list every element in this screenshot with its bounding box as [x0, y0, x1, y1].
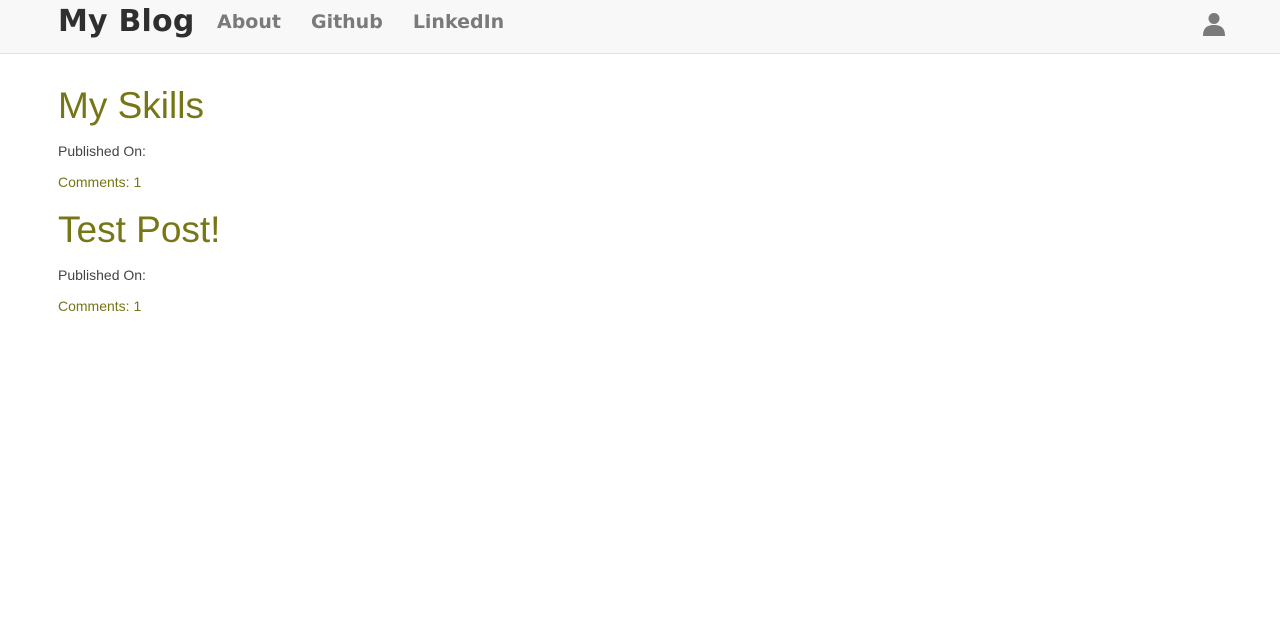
post-published-label: Published On: — [58, 267, 146, 283]
user-icon[interactable] — [1201, 11, 1227, 37]
post-list: My Skills Published On: Comments: 1 Test… — [58, 70, 220, 332]
post-comments-link[interactable]: Comments: 1 — [58, 173, 141, 191]
post-title-link[interactable]: My Skills — [58, 84, 220, 128]
nav-link-github[interactable]: Github — [311, 8, 383, 36]
post-title-link[interactable]: Test Post! — [58, 208, 220, 252]
post-comments-link[interactable]: Comments: 1 — [58, 297, 141, 315]
post-published-label: Published On: — [58, 143, 146, 159]
nav-link-linkedin[interactable]: LinkedIn — [413, 8, 504, 36]
brand-link[interactable]: My Blog — [58, 2, 195, 42]
nav-links: About Github LinkedIn — [217, 8, 534, 36]
post-item: Test Post! Published On: Comments: 1 — [58, 208, 220, 316]
post-item: My Skills Published On: Comments: 1 — [58, 84, 220, 192]
navbar: My Blog About Github LinkedIn — [0, 0, 1280, 54]
nav-link-about[interactable]: About — [217, 8, 281, 36]
